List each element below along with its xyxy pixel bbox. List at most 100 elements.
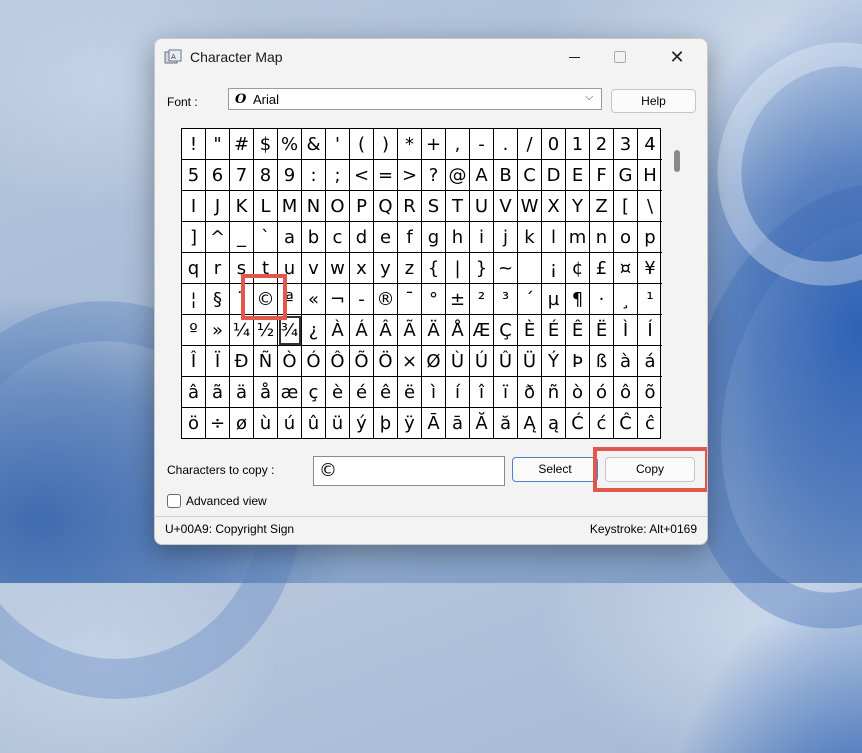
character-cell[interactable]: Ó xyxy=(302,346,326,377)
character-cell[interactable]: ² xyxy=(470,284,494,315)
character-cell[interactable]: Ù xyxy=(446,346,470,377)
character-cell[interactable]: ä xyxy=(230,377,254,408)
advanced-view-checkbox[interactable] xyxy=(167,494,181,508)
character-cell[interactable]: ą xyxy=(542,408,566,439)
character-cell[interactable]: M xyxy=(278,191,302,222)
select-button[interactable]: Select xyxy=(512,457,598,482)
character-cell[interactable]: ê xyxy=(374,377,398,408)
character-cell[interactable]: ´ xyxy=(518,284,542,315)
character-cell[interactable]: i xyxy=(470,222,494,253)
character-cell[interactable]: ü xyxy=(326,408,350,439)
character-cell[interactable]: Þ xyxy=(566,346,590,377)
character-cell[interactable]: ¡ xyxy=(542,253,566,284)
character-cell[interactable]: â xyxy=(182,377,206,408)
character-cell[interactable]: { xyxy=(422,253,446,284)
character-cell[interactable]: , xyxy=(446,129,470,160)
character-cell[interactable]: õ xyxy=(638,377,662,408)
character-cell[interactable]: = xyxy=(374,160,398,191)
character-cell[interactable]: ¶ xyxy=(566,284,590,315)
character-cell[interactable]: ë xyxy=(398,377,422,408)
character-cell[interactable]: ³ xyxy=(494,284,518,315)
character-cell[interactable]: v xyxy=(302,253,326,284)
character-cell[interactable]: T xyxy=(446,191,470,222)
character-cell[interactable]: L xyxy=(254,191,278,222)
character-cell[interactable]: ø xyxy=(230,408,254,439)
character-cell[interactable]: û xyxy=(302,408,326,439)
character-cell[interactable]: p xyxy=(638,222,662,253)
character-cell[interactable]: ) xyxy=(374,129,398,160)
character-cell[interactable]: ĉ xyxy=(638,408,662,439)
character-cell[interactable]: [ xyxy=(614,191,638,222)
character-cell[interactable]: Ø xyxy=(422,346,446,377)
character-cell[interactable]: ā xyxy=(446,408,470,439)
character-cell[interactable]: Å xyxy=(446,315,470,346)
character-cell[interactable]: ¤ xyxy=(614,253,638,284)
character-cell[interactable]: + xyxy=(422,129,446,160)
character-cell[interactable]: · xyxy=(590,284,614,315)
character-cell[interactable]: ÷ xyxy=(206,408,230,439)
character-cell[interactable]: º xyxy=(182,315,206,346)
character-cell[interactable]: Z xyxy=(590,191,614,222)
character-cell[interactable]: j xyxy=(494,222,518,253)
character-cell[interactable]: " xyxy=(206,129,230,160)
character-cell[interactable]: ß xyxy=(590,346,614,377)
character-cell[interactable]: ¢ xyxy=(566,253,590,284)
character-cell[interactable]: R xyxy=(398,191,422,222)
character-cell[interactable] xyxy=(518,253,542,284)
character-cell[interactable]: B xyxy=(494,160,518,191)
character-cell[interactable]: ° xyxy=(422,284,446,315)
character-cell[interactable]: l xyxy=(542,222,566,253)
character-cell[interactable]: ; xyxy=(326,160,350,191)
close-button[interactable]: ✕ xyxy=(667,47,687,67)
character-cell[interactable]: x xyxy=(350,253,374,284)
character-cell[interactable]: À xyxy=(326,315,350,346)
character-cell[interactable]: Ë xyxy=(590,315,614,346)
character-cell[interactable]: ð xyxy=(518,377,542,408)
character-cell[interactable]: X xyxy=(542,191,566,222)
character-cell[interactable]: G xyxy=(614,160,638,191)
character-cell[interactable]: E xyxy=(566,160,590,191)
character-cell[interactable]: n xyxy=(590,222,614,253)
character-cell[interactable]: F xyxy=(590,160,614,191)
character-cell[interactable]: 7 xyxy=(230,160,254,191)
character-cell[interactable]: Ã xyxy=(398,315,422,346)
character-cell[interactable]: e xyxy=(374,222,398,253)
character-cell[interactable]: | xyxy=(446,253,470,284)
character-cell[interactable]: £ xyxy=(590,253,614,284)
character-cell[interactable]: _ xyxy=(230,222,254,253)
character-cell[interactable]: Á xyxy=(350,315,374,346)
character-cell[interactable]: U xyxy=(470,191,494,222)
character-cell[interactable]: J xyxy=(206,191,230,222)
character-cell[interactable]: w xyxy=(326,253,350,284)
character-cell[interactable]: ý xyxy=(350,408,374,439)
character-cell[interactable]: ¿ xyxy=(302,315,326,346)
character-cell[interactable]: \ xyxy=(638,191,662,222)
character-cell[interactable]: Ñ xyxy=(254,346,278,377)
character-cell[interactable]: H xyxy=(638,160,662,191)
character-cell[interactable]: á xyxy=(638,346,662,377)
character-cell[interactable]: Í xyxy=(638,315,662,346)
character-cell[interactable]: à xyxy=(614,346,638,377)
character-cell[interactable]: ± xyxy=(446,284,470,315)
character-cell[interactable]: D xyxy=(542,160,566,191)
character-cell[interactable]: Ð xyxy=(230,346,254,377)
character-cell[interactable]: Â xyxy=(374,315,398,346)
character-cell[interactable]: ¯ xyxy=(398,284,422,315)
character-cell[interactable]: 9 xyxy=(278,160,302,191)
character-cell[interactable]: h xyxy=(446,222,470,253)
character-cell[interactable]: k xyxy=(518,222,542,253)
character-cell[interactable]: Ç xyxy=(494,315,518,346)
character-cell[interactable]: ö xyxy=(182,408,206,439)
character-cell[interactable]: r xyxy=(206,253,230,284)
character-cell[interactable]: A xyxy=(470,160,494,191)
character-cell[interactable]: Ï xyxy=(206,346,230,377)
character-cell[interactable]: I xyxy=(182,191,206,222)
character-cell[interactable]: N xyxy=(302,191,326,222)
character-cell[interactable]: É xyxy=(542,315,566,346)
character-cell[interactable]: ' xyxy=(326,129,350,160)
scrollbar-thumb[interactable] xyxy=(674,150,680,172)
character-cell[interactable]: % xyxy=(278,129,302,160)
character-cell[interactable]: ` xyxy=(254,222,278,253)
character-cell[interactable]: ç xyxy=(302,377,326,408)
help-button[interactable]: Help xyxy=(611,89,696,113)
